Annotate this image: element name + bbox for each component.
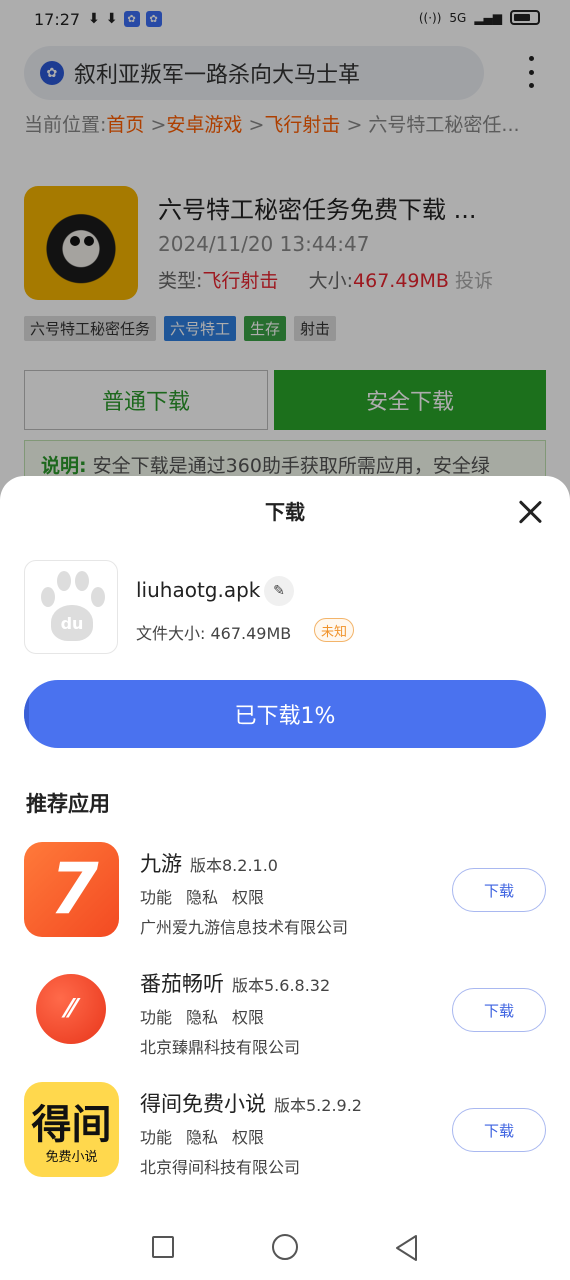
- sheet-title: 下载: [265, 500, 305, 524]
- app-links: 功能 隐私 权限: [140, 1004, 264, 1028]
- app-links: 功能 隐私 权限: [140, 1124, 264, 1148]
- features-link[interactable]: 功能: [140, 1004, 172, 1028]
- unknown-badge: 未知: [314, 618, 355, 642]
- file-name: liuhaotg.apk: [136, 578, 261, 602]
- progress-label: 已下载1%: [234, 704, 336, 729]
- permissions-link[interactable]: 权限: [232, 884, 264, 908]
- baidu-paw-icon: du: [24, 560, 118, 654]
- app-company: 北京得间科技有限公司: [140, 1158, 301, 1177]
- app-company: 广州爱九游信息技术有限公司: [140, 918, 349, 937]
- file-size: 文件大小: 467.49MB: [136, 624, 292, 643]
- privacy-link[interactable]: 隐私: [186, 1004, 218, 1028]
- features-link[interactable]: 功能: [140, 1124, 172, 1148]
- recommended-title: 推荐应用: [26, 792, 110, 816]
- home-icon[interactable]: [272, 1234, 298, 1260]
- privacy-link[interactable]: 隐私: [186, 1124, 218, 1148]
- permissions-link[interactable]: 权限: [232, 1004, 264, 1028]
- file-icon-text: du: [51, 605, 93, 641]
- permissions-link[interactable]: 权限: [232, 1124, 264, 1148]
- privacy-link[interactable]: 隐私: [186, 884, 218, 908]
- download-button[interactable]: 下载: [452, 868, 546, 912]
- fanqie-icon: ⁄⁄: [24, 962, 119, 1057]
- app-name: 番茄畅听 版本5.6.8.32: [140, 972, 331, 996]
- app-links: 功能 隐私 权限: [140, 884, 264, 908]
- app-name: 得间免费小说 版本5.2.9.2: [140, 1092, 362, 1116]
- app-company: 北京臻鼎科技有限公司: [140, 1038, 301, 1057]
- close-icon[interactable]: [512, 494, 548, 530]
- download-button[interactable]: 下载: [452, 1108, 546, 1152]
- edit-icon[interactable]: ✎: [264, 576, 294, 606]
- download-button[interactable]: 下载: [452, 988, 546, 1032]
- app-version: 版本5.2.9.2: [274, 1096, 362, 1115]
- app-version: 版本8.2.1.0: [190, 856, 278, 875]
- list-item: 九游版本8.2.1.0 功能 隐私 权限 广州爱九游信息技术有限公司 下载: [24, 842, 546, 942]
- app-name: 九游 版本8.2.1.0: [140, 852, 278, 876]
- app-version: 版本5.6.8.32: [232, 976, 331, 995]
- jiuyou-icon: [24, 842, 119, 937]
- system-nav-bar: [0, 1218, 570, 1278]
- download-sheet: 下载 du liuhaotg.apk ✎ 文件大小: 467.49MB 未知 已…: [0, 476, 570, 1280]
- recents-icon[interactable]: [152, 1236, 174, 1258]
- dejian-icon: 得间 免费小说: [24, 1082, 119, 1177]
- download-progress-button[interactable]: 已下载1%: [24, 680, 546, 748]
- list-item: 得间 免费小说 得间免费小说 版本5.2.9.2 功能 隐私 权限 北京得间科技有…: [24, 1082, 546, 1182]
- features-link[interactable]: 功能: [140, 884, 172, 908]
- list-item: ⁄⁄ 番茄畅听 版本5.6.8.32 功能 隐私 权限 北京臻鼎科技有限公司 下载: [24, 962, 546, 1062]
